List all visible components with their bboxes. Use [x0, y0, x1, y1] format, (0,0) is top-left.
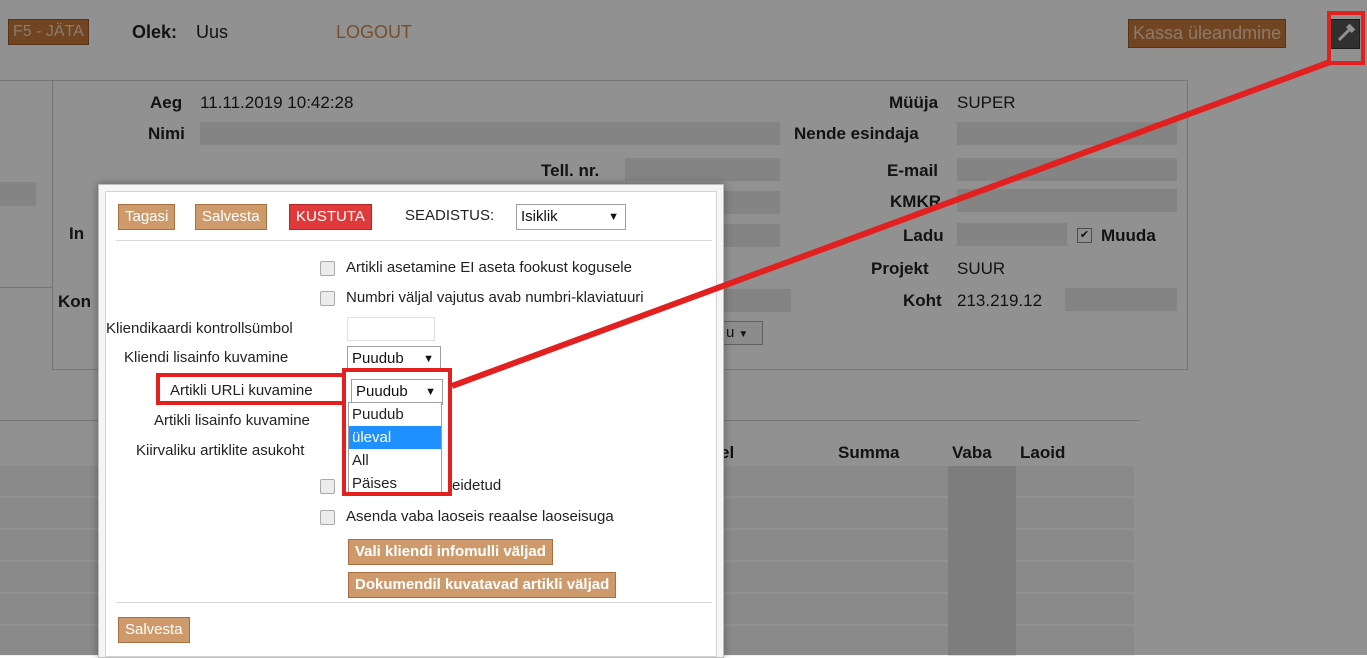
annotation-arrow [450, 59, 1332, 389]
